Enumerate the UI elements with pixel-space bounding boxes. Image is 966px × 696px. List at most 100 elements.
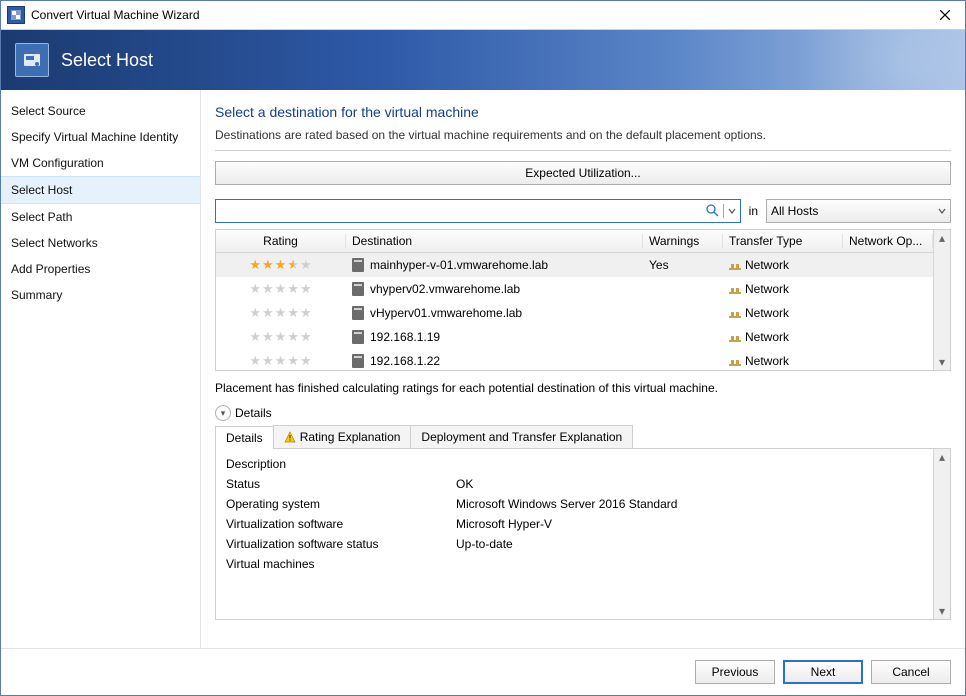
host-icon [352,306,364,320]
chevron-down-circle-icon: ▾ [215,405,231,421]
tab-details-label: Details [226,431,263,445]
details-grid: Status OK Operating system Microsoft Win… [226,477,923,571]
col-rating[interactable]: Rating [216,234,346,248]
field-os-label: Operating system [226,497,456,511]
tab-details[interactable]: Details [215,426,274,449]
col-warnings[interactable]: Warnings [643,234,723,248]
destination-label: mainhyper-v-01.vmwarehome.lab [370,258,548,272]
next-button[interactable]: Next [783,660,863,684]
transfer-type-label: Network [745,354,789,368]
field-status-value: OK [456,477,923,491]
search-icon[interactable] [701,203,723,220]
field-virtstatus-label: Virtualization software status [226,537,456,551]
transfer-type-label: Network [745,258,789,272]
host-icon [352,258,364,272]
step-select-source[interactable]: Select Source [1,98,200,124]
network-icon [729,333,741,343]
table-header: Rating Destination Warnings Transfer Typ… [216,230,933,253]
destination-label: 192.168.1.19 [370,330,440,344]
titlebar: Convert Virtual Machine Wizard [1,1,965,30]
wizard-footer: Previous Next Cancel [1,648,965,695]
step-specify-identity[interactable]: Specify Virtual Machine Identity [1,124,200,150]
step-vm-configuration[interactable]: VM Configuration [1,150,200,176]
chevron-down-icon [938,204,946,218]
destination-label: vHyperv01.vmwarehome.lab [370,306,522,320]
in-label: in [747,204,760,218]
destination-label: 192.168.1.22 [370,354,440,368]
details-scrollbar[interactable]: ▴ ▾ [933,449,950,619]
banner-title: Select Host [61,50,153,71]
rating-stars: ★★★★★ [249,305,312,320]
tab-rating-label: Rating Explanation [300,430,401,444]
host-icon [352,282,364,296]
table-row[interactable]: ★★★★★ mainhyper-v-01.vmwarehome.lab Yes Net… [216,253,933,277]
col-transfer[interactable]: Transfer Type [723,234,843,248]
scroll-up-icon[interactable]: ▴ [934,230,950,246]
field-virt-label: Virtualization software [226,517,456,531]
rating-stars: ★★★★★ [249,329,312,344]
host-icon [352,330,364,344]
window-close-button[interactable] [925,1,965,29]
banner-icon [15,43,49,77]
step-add-properties[interactable]: Add Properties [1,256,200,282]
details-toggle[interactable]: ▾ Details [215,405,951,421]
step-select-path[interactable]: Select Path [1,204,200,230]
transfer-type-label: Network [745,306,789,320]
description-label: Description [226,457,923,471]
field-status-label: Status [226,477,456,491]
placement-status: Placement has finished calculating ratin… [215,381,951,395]
expected-utilization-button[interactable]: Expected Utilization... [215,161,951,185]
table-row[interactable]: ★★★★★ 192.168.1.22 Network [216,349,933,370]
rating-stars: ★★★★★ [249,281,312,296]
host-scope-combobox[interactable]: All Hosts [766,199,951,223]
previous-button[interactable]: Previous [695,660,775,684]
scroll-up-icon[interactable]: ▴ [934,449,950,465]
window-title: Convert Virtual Machine Wizard [31,8,925,22]
search-dropdown-icon[interactable] [723,204,740,218]
destination-label: vhyperv02.vmwarehome.lab [370,282,520,296]
scroll-down-icon[interactable]: ▾ [934,354,950,370]
rating-stars: ★★★★★ [249,353,312,368]
transfer-type-label: Network [745,282,789,296]
host-scope-value: All Hosts [771,204,818,218]
step-select-networks[interactable]: Select Networks [1,230,200,256]
search-box [215,199,741,223]
wizard-steps-sidebar: Select Source Specify Virtual Machine Id… [1,90,201,648]
network-icon [729,309,741,319]
network-icon [729,357,741,367]
table-row[interactable]: ★★★★★192.168.1.19Network [216,325,933,349]
details-toggle-label: Details [235,406,272,420]
step-select-host[interactable]: Select Host [1,176,200,204]
table-scrollbar[interactable]: ▴ ▾ [933,230,950,370]
search-row: in All Hosts [215,199,951,223]
field-os-value: Microsoft Windows Server 2016 Standard [456,497,923,511]
table-row[interactable]: ★★★★★ vHyperv01.vmwarehome.lab Network [216,301,933,325]
step-summary[interactable]: Summary [1,282,200,308]
field-virt-value: Microsoft Hyper-V [456,517,923,531]
details-pane: Description Status OK Operating system M… [215,448,951,620]
host-icon [352,354,364,368]
rating-stars: ★★★★★ [249,257,312,272]
main-panel: Select a destination for the virtual mac… [201,90,965,648]
scroll-down-icon[interactable]: ▾ [934,603,950,619]
field-vms-value [456,557,923,571]
network-icon [729,285,741,295]
tab-rating-explanation[interactable]: Rating Explanation [273,425,412,448]
details-tabs: Details Rating Explanation Deployment an… [215,425,951,448]
app-icon [7,6,25,24]
col-network[interactable]: Network Op... [843,234,933,248]
field-virtstatus-value: Up-to-date [456,537,923,551]
cancel-button[interactable]: Cancel [871,660,951,684]
tab-deployment-explanation[interactable]: Deployment and Transfer Explanation [410,425,633,448]
wizard-banner: Select Host [1,30,965,90]
tab-deployment-label: Deployment and Transfer Explanation [421,430,622,444]
warnings-cell: Yes [643,258,723,272]
hosts-table: Rating Destination Warnings Transfer Typ… [215,229,951,371]
table-row[interactable]: ★★★★★ vhyperv02.vmwarehome.lab Network [216,277,933,301]
col-destination[interactable]: Destination [346,234,643,248]
divider [215,150,951,151]
warning-icon [284,431,296,443]
page-subheading: Destinations are rated based on the virt… [215,128,951,142]
search-input[interactable] [216,202,701,220]
wizard-body: Select Source Specify Virtual Machine Id… [1,90,965,648]
